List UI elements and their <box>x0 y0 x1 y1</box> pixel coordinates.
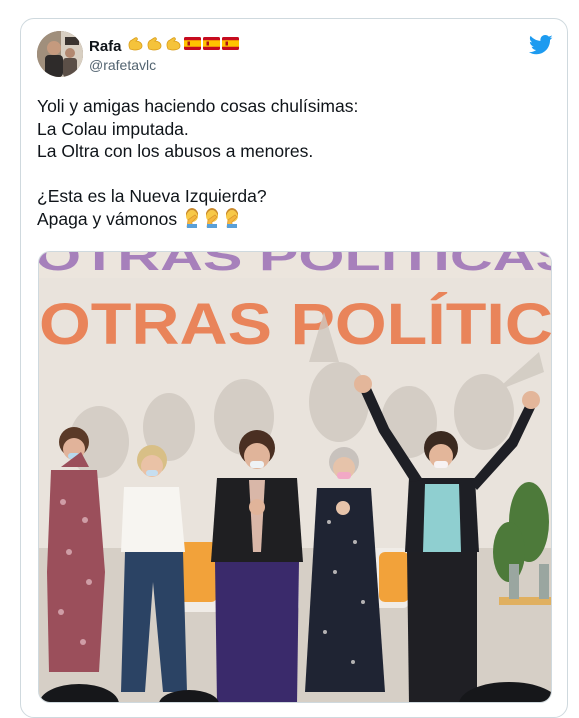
tweet-card[interactable]: Rafa @rafetavlc Yoli y amigas haciendo c… <box>20 18 568 718</box>
flexed-biceps-icon <box>165 35 182 57</box>
tweet-line: La Oltra con los abusos a menores. <box>37 141 314 161</box>
avatar[interactable] <box>37 31 83 77</box>
flexed-biceps-icon <box>146 35 163 57</box>
tweet-line-text: Apaga y vámonos <box>37 208 178 229</box>
tweet-photo[interactable]: OTRAS POLÍTICAS OTRAS POLÍTIC <box>38 251 552 703</box>
flexed-biceps-icon <box>127 35 144 57</box>
facepalm-icon <box>182 207 202 229</box>
flag-spain-icon <box>221 37 239 55</box>
tweet-line-last: Apaga y vámonos <box>37 207 547 231</box>
display-name-row: Rafa <box>89 36 241 56</box>
tweet-line: Yoli y amigas haciendo cosas chulísimas: <box>37 96 359 116</box>
flag-spain-icon <box>202 37 220 55</box>
tweet-line: ¿Esta es la Nueva Izquierda? <box>37 186 267 206</box>
facepalm-icon <box>202 207 222 229</box>
display-name[interactable]: Rafa <box>89 38 122 55</box>
flag-spain-icon <box>183 37 201 55</box>
tweet-header: Rafa @rafetavlc <box>37 31 553 81</box>
tweet-text: Yoli y amigas haciendo cosas chulísimas:… <box>37 95 547 230</box>
tweet-line: La Colau imputada. <box>37 118 189 139</box>
user-handle[interactable]: @rafetavlc <box>89 57 241 73</box>
banner-main-text: OTRAS POLÍTIC <box>39 292 552 357</box>
twitter-bird-icon[interactable] <box>528 35 553 55</box>
facepalm-icon <box>222 207 242 229</box>
banner-top-text: OTRAS POLÍTICAS <box>39 252 552 279</box>
user-names: Rafa @rafetavlc <box>89 36 241 73</box>
